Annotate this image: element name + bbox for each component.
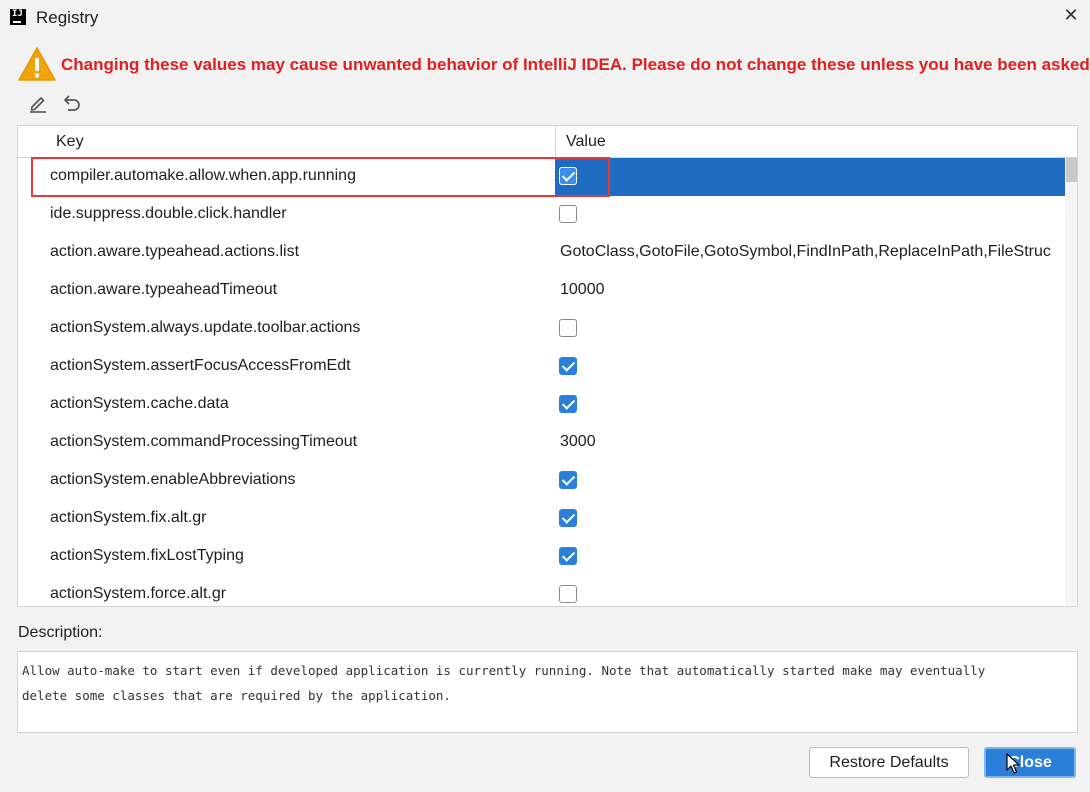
scrollbar-thumb[interactable] [1066,158,1077,182]
registry-table: Key Value compiler.automake.allow.when.a… [17,125,1078,607]
row-key: actionSystem.commandProcessingTimeout [50,433,358,450]
row-key: ide.suppress.double.click.handler [50,205,287,222]
value-checkbox[interactable] [559,509,577,527]
row-key: actionSystem.enableAbbreviations [50,471,296,488]
table-row[interactable]: action.aware.typeahead.actions.list GotoC… [18,234,1065,272]
row-key: actionSystem.assertFocusAccessFromEdt [50,357,351,374]
table-row[interactable]: actionSystem.force.alt.gr [18,576,1065,606]
row-value[interactable]: 10000 [560,281,605,299]
value-checkbox[interactable] [559,395,577,413]
description-line-1: Allow auto-make to start even if develop… [22,663,986,678]
row-key: action.aware.typeaheadTimeout [50,281,278,298]
row-key: actionSystem.cache.data [50,395,229,412]
annotation-highlight-box [31,157,610,197]
restore-defaults-button[interactable]: Restore Defaults [809,747,969,778]
mouse-cursor-icon [1006,753,1020,774]
undo-icon[interactable] [60,92,82,114]
value-checkbox[interactable] [559,357,577,375]
column-divider[interactable] [555,126,556,157]
table-row[interactable]: action.aware.typeaheadTimeout 10000 [18,272,1065,310]
table-row[interactable]: actionSystem.fix.alt.gr [18,500,1065,538]
row-key: actionSystem.force.alt.gr [50,585,227,602]
warning-message: Changing these values may cause unwanted… [61,55,1090,74]
column-header-value[interactable]: Value [566,133,606,151]
table-body: compiler.automake.allow.when.app.running… [18,158,1065,606]
table-row[interactable]: actionSystem.cache.data [18,386,1065,424]
value-checkbox[interactable] [559,547,577,565]
column-header-key[interactable]: Key [56,133,84,151]
warning-icon [18,47,56,81]
row-key: actionSystem.fix.alt.gr [50,509,207,526]
close-button[interactable]: Close [984,747,1076,778]
row-key: actionSystem.always.update.toolbar.actio… [50,319,361,336]
description-label: Description: [18,624,103,641]
value-checkbox[interactable] [559,319,577,337]
table-row[interactable]: actionSystem.assertFocusAccessFromEdt [18,348,1065,386]
close-window-icon[interactable]: ✕ [1060,4,1082,26]
table-header: Key Value [18,126,1077,158]
description-line-2: delete some classes that are required by… [22,688,451,703]
row-key: actionSystem.fixLostTyping [50,547,244,564]
selected-value-cell[interactable] [555,158,1065,196]
title-bar: IJ Registry ✕ [0,0,1090,36]
table-row[interactable]: actionSystem.commandProcessingTimeout 300… [18,424,1065,462]
table-row[interactable]: actionSystem.fixLostTyping [18,538,1065,576]
intellij-app-icon: IJ [10,9,26,25]
vertical-scrollbar[interactable] [1065,158,1077,606]
row-key: action.aware.typeahead.actions.list [50,243,300,260]
table-row[interactable]: actionSystem.always.update.toolbar.actio… [18,310,1065,348]
pencil-icon[interactable] [27,92,49,114]
description-text: Allow auto-make to start even if develop… [17,651,1078,733]
row-value[interactable]: 3000 [560,433,596,451]
table-row[interactable]: actionSystem.enableAbbreviations [18,462,1065,500]
value-checkbox[interactable] [559,471,577,489]
window-title: Registry [36,8,99,27]
row-value[interactable]: GotoClass,GotoFile,GotoSymbol,FindInPath… [560,243,1051,261]
value-checkbox[interactable] [559,205,577,223]
value-checkbox[interactable] [559,585,577,603]
table-row[interactable]: ide.suppress.double.click.handler [18,196,1065,234]
